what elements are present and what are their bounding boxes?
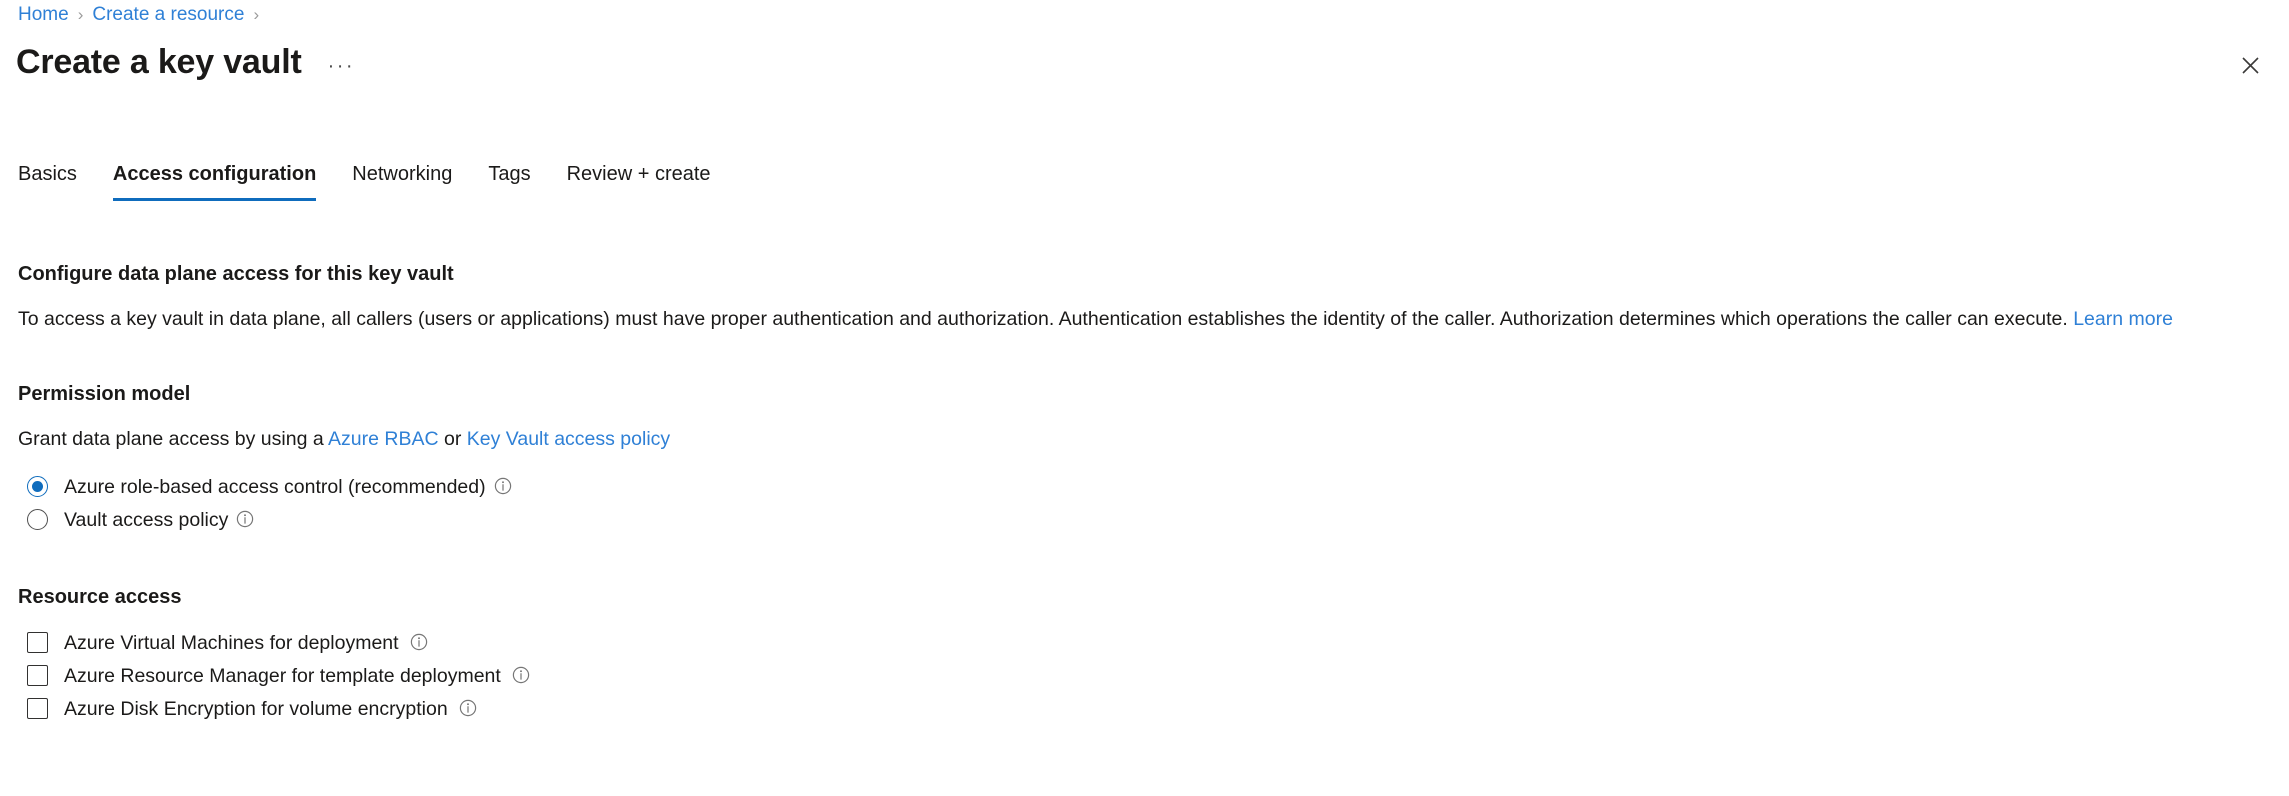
checkbox-label: Azure Disk Encryption for volume encrypt… xyxy=(64,697,448,720)
create-key-vault-blade: Home › Create a resource › Create a key … xyxy=(0,0,2289,796)
checkbox-azure-virtual-machines[interactable]: Azure Virtual Machines for deployment xyxy=(18,626,2271,659)
tab-list: Basics Access configuration Networking T… xyxy=(18,157,711,201)
breadcrumb-separator-icon: › xyxy=(253,5,260,24)
checkbox-indicator[interactable] xyxy=(27,665,48,686)
title-row: Create a key vault ··· xyxy=(16,40,355,84)
key-vault-access-policy-link[interactable]: Key Vault access policy xyxy=(467,428,670,450)
more-actions-button[interactable]: ··· xyxy=(328,56,355,76)
resource-access-section: Resource access Azure Virtual Machines f… xyxy=(18,583,2271,725)
tab-review-create[interactable]: Review + create xyxy=(567,160,711,201)
checkbox-label: Azure Virtual Machines for deployment xyxy=(64,631,399,654)
breadcrumb: Home › Create a resource › xyxy=(18,2,268,28)
checkbox-indicator[interactable] xyxy=(27,698,48,719)
data-plane-heading: Configure data plane access for this key… xyxy=(18,263,454,285)
permission-model-conjunction: or xyxy=(444,428,462,450)
resource-access-checkbox-group: Azure Virtual Machines for deployment Az… xyxy=(18,626,2271,725)
permission-model-heading: Permission model xyxy=(18,383,191,405)
azure-rbac-link[interactable]: Azure RBAC xyxy=(328,428,439,450)
data-plane-description-text: To access a key vault in data plane, all… xyxy=(18,308,2068,330)
tab-panel-access-configuration: Configure data plane access for this key… xyxy=(18,260,2271,725)
checkbox-indicator[interactable] xyxy=(27,632,48,653)
radio-label: Vault access policy xyxy=(64,508,229,531)
data-plane-description: To access a key vault in data plane, all… xyxy=(18,305,2271,333)
checkbox-azure-disk-encryption[interactable]: Azure Disk Encryption for volume encrypt… xyxy=(18,692,2271,725)
radio-azure-rbac[interactable]: Azure role-based access control (recomme… xyxy=(18,470,2271,503)
info-icon[interactable] xyxy=(494,477,512,495)
tab-label: Review + create xyxy=(566,163,711,185)
info-icon[interactable] xyxy=(410,633,428,651)
breadcrumb-item-home[interactable]: Home xyxy=(18,2,69,28)
close-button[interactable] xyxy=(2233,48,2267,82)
radio-indicator-selected[interactable] xyxy=(27,476,48,497)
permission-model-radio-group: Azure role-based access control (recomme… xyxy=(18,470,2271,536)
page-title: Create a key vault xyxy=(16,43,302,81)
tab-basics[interactable]: Basics xyxy=(18,160,77,201)
tab-access-configuration[interactable]: Access configuration xyxy=(112,160,317,201)
tab-label: Basics xyxy=(18,163,77,185)
permission-model-description: Grant data plane access by using a Azure… xyxy=(18,425,2271,453)
learn-more-link[interactable]: Learn more xyxy=(2073,308,2173,330)
tab-label: Networking xyxy=(352,163,453,185)
tab-networking[interactable]: Networking xyxy=(352,160,452,201)
tab-label: Tags xyxy=(488,163,531,185)
tab-tags[interactable]: Tags xyxy=(488,160,530,201)
breadcrumb-separator-icon: › xyxy=(77,5,84,24)
checkbox-azure-resource-manager[interactable]: Azure Resource Manager for template depl… xyxy=(18,659,2271,692)
permission-model-section: Permission model Grant data plane access… xyxy=(18,380,2271,536)
breadcrumb-item-create-a-resource[interactable]: Create a resource xyxy=(92,2,244,28)
permission-model-description-prefix: Grant data plane access by using a xyxy=(18,428,324,450)
radio-label: Azure role-based access control (recomme… xyxy=(64,475,486,498)
info-icon[interactable] xyxy=(459,699,477,717)
tab-label: Access configuration xyxy=(112,163,317,185)
info-icon[interactable] xyxy=(512,666,530,684)
checkbox-label: Azure Resource Manager for template depl… xyxy=(64,664,501,687)
radio-dot xyxy=(32,481,43,492)
radio-vault-access-policy[interactable]: Vault access policy xyxy=(18,503,2271,536)
resource-access-heading: Resource access xyxy=(18,586,182,608)
close-icon xyxy=(2241,56,2259,74)
radio-indicator-unselected[interactable] xyxy=(27,509,48,530)
info-icon[interactable] xyxy=(236,510,254,528)
